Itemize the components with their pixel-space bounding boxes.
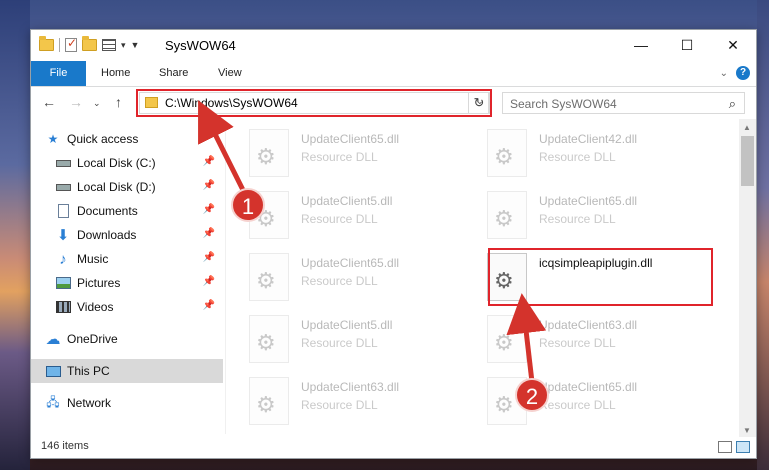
arrow-to-address-bar bbox=[198, 100, 251, 202]
step-badge-1: 1 bbox=[231, 188, 265, 222]
arrow-to-file bbox=[506, 293, 547, 383]
step-badge-2: 2 bbox=[515, 378, 549, 412]
annotation-arrows bbox=[198, 100, 547, 383]
